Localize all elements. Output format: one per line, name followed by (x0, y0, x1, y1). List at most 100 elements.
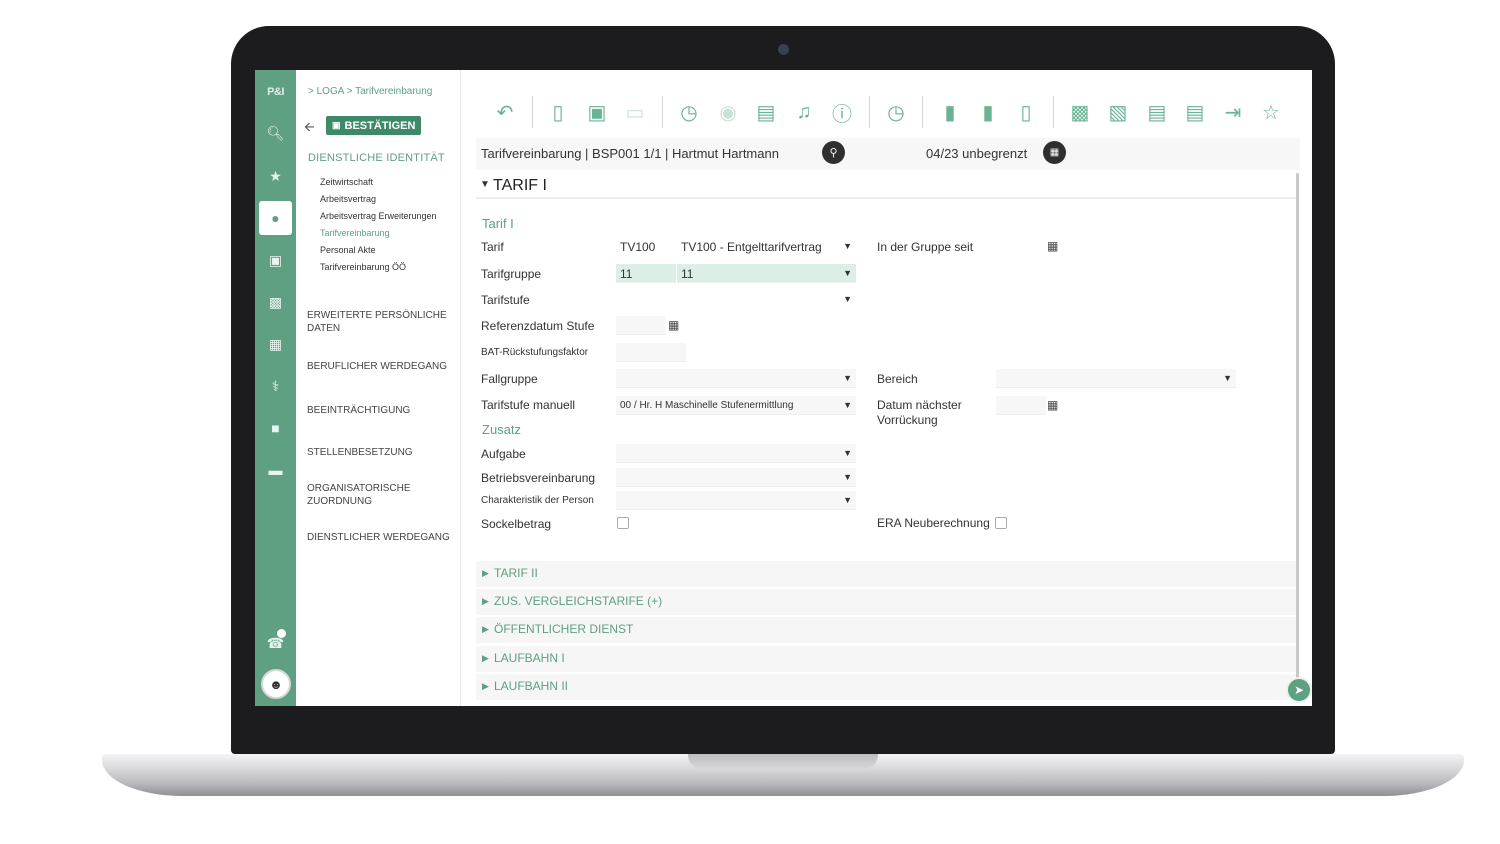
sockelbetrag-checkbox[interactable] (617, 517, 629, 529)
search-icon[interactable]: 🔍︎ (255, 116, 296, 150)
aufgabe-select[interactable]: ▼ (616, 444, 856, 463)
tarifgruppe-code: 11 (620, 267, 633, 281)
record-search-icon[interactable]: ⚲ (822, 141, 845, 164)
nav-item-tarifvereinbarung-oeoe[interactable]: Tarifvereinbarung ÖÖ (320, 262, 437, 279)
report-search-icon[interactable]: ▤ (1181, 98, 1209, 126)
delete-icon[interactable]: ▭ (621, 98, 649, 126)
tarif-select[interactable]: TV100 TV100 - Entgelttarifvertrag ▼ (616, 237, 856, 256)
record-period: 04/23 unbegrenzt (926, 146, 1028, 161)
new-document-icon[interactable]: ▯ (544, 98, 572, 126)
bereich-select[interactable]: ▼ (996, 369, 1236, 388)
expand-caret-icon: ▶ (482, 681, 489, 691)
period-calendar-icon[interactable]: ▦ (1043, 141, 1066, 164)
compass-icon[interactable]: ➤ (1286, 677, 1312, 703)
section-vergleichstarife[interactable]: ▶ ZUS. VERGLEICHSTARIFE (+) (476, 589, 1296, 615)
tarifstufe-label: Tarifstufe (481, 293, 530, 307)
tarifgruppe-select[interactable]: 11 11 ▼ (616, 264, 856, 283)
bat-input[interactable] (616, 343, 686, 362)
referenzdatum-calendar-icon[interactable]: ▦ (668, 318, 679, 332)
main-content: ↶ ▯ ▣ ▭ ◷ ◉ ▤ ♫ ⓘ ◷ ▮ ▮ ▯ ▩ ▧ ▤ ▤ ⇥ ☆ Ta (461, 70, 1312, 706)
section-title: ZUS. VERGLEICHSTARIFE (+) (494, 594, 663, 608)
gruppe-seit-calendar-icon[interactable]: ▦ (1047, 239, 1058, 253)
statistics-icon[interactable]: ▩ (1066, 98, 1094, 126)
nav-section-title[interactable]: DIENSTLICHE IDENTITÄT (308, 152, 445, 164)
section-title: ÖFFENTLICHER DIENST (494, 622, 634, 636)
navigation-panel: > LOGA > Tarifvereinbarung 🡨 ▣ BESTÄTIGE… (296, 70, 461, 706)
nav-section-organisatorische-zuordnung[interactable]: ORGANISATORISCHE ZUORDNUNG (307, 482, 457, 508)
section-laufbahn-ii[interactable]: ▶ LAUFBAHN II (476, 674, 1296, 700)
person-icon[interactable]: ● (259, 201, 292, 235)
logo-text: P&I (267, 86, 284, 98)
section-tarif-ii[interactable]: ▶ TARIF II (476, 561, 1296, 587)
nav-section-erweiterte-daten[interactable]: ERWEITERTE PERSÖNLICHE DATEN (307, 309, 457, 335)
building-icon[interactable]: ■ (255, 411, 296, 445)
print-icon[interactable]: ▤ (752, 98, 780, 126)
betriebsvereinbarung-select[interactable]: ▼ (616, 468, 856, 487)
view-icon[interactable]: ◉ (714, 98, 742, 126)
icon-sidebar: P&I 🔍︎ ★ ● ▣ ▩ ▦ ⚕ ■ ▬ ☎︎ ☻ (255, 70, 296, 706)
nav-item-personal-akte[interactable]: Personal Akte (320, 245, 437, 262)
tarifstufe-select[interactable]: ▼ (616, 290, 856, 309)
fallgruppe-select[interactable]: ▼ (616, 369, 856, 388)
tarifstufe-manuell-value: 00 / Hr. H Maschinelle Stufenermittlung (620, 400, 794, 411)
section-title: TARIF II (494, 566, 538, 580)
section-laufbahn-i[interactable]: ▶ LAUFBAHN I (476, 646, 1296, 672)
nav-item-tarifvereinbarung[interactable]: Tarifvereinbarung (320, 228, 437, 245)
nav-section-dienstlicher-werdegang[interactable]: DIENSTLICHER WERDEGANG (307, 531, 457, 544)
charakteristik-select[interactable]: ▼ (616, 491, 856, 510)
history-icon[interactable]: ◷ (675, 98, 703, 126)
chevron-down-icon: ▼ (843, 472, 852, 482)
tarif-code: TV100 (620, 240, 656, 254)
breadcrumb[interactable]: > LOGA > Tarifvereinbarung (308, 86, 432, 97)
bell-icon[interactable]: ♫ (790, 98, 818, 126)
tarif-value: TV100 - Entgelttarifvertrag (681, 240, 822, 254)
nav-item-arbeitsvertrag-erweiterungen[interactable]: Arbeitsvertrag Erweiterungen (320, 211, 437, 228)
wallet-icon[interactable]: ▣ (255, 243, 296, 277)
exit-icon[interactable]: ⇥ (1219, 98, 1247, 126)
avatar[interactable]: ☻ (261, 669, 291, 699)
toolbar-separator (869, 96, 870, 128)
subhead-zusatz: Zusatz (482, 422, 522, 437)
chart-icon[interactable]: ▩ (255, 285, 296, 319)
document-icon[interactable]: ▯ (1012, 98, 1040, 126)
chevron-down-icon: ▼ (843, 448, 852, 458)
nav-section-beruflicher-werdegang[interactable]: BERUFLICHER WERDEGANG (307, 360, 457, 373)
favorite-star-icon[interactable]: ☆ (1257, 98, 1285, 126)
toolbar-separator (532, 96, 533, 128)
scrollbar[interactable] (1296, 173, 1299, 693)
record-bar: Tarifvereinbarung | BSP001 1/1 | Hartmut… (476, 138, 1300, 170)
datum-vorrueckung-calendar-icon[interactable]: ▦ (1047, 398, 1058, 412)
nav-section-stellenbesetzung[interactable]: STELLENBESETZUNG (307, 446, 457, 459)
help-icon[interactable]: ⓘ (828, 98, 856, 126)
sockelbetrag-label: Sockelbetrag (481, 517, 552, 531)
folder-icon[interactable]: ▧ (1104, 98, 1132, 126)
medical-icon[interactable]: ⚕ (255, 369, 296, 403)
panel-header[interactable]: ▼ TARIF I (476, 171, 1296, 199)
star-icon[interactable]: ★ (255, 159, 296, 193)
chevron-down-icon: ▼ (843, 268, 852, 278)
save-icon[interactable]: ▣ (583, 98, 611, 126)
nav-item-arbeitsvertrag[interactable]: Arbeitsvertrag (320, 194, 437, 211)
money-icon[interactable]: ▬ (255, 453, 296, 487)
time-search-icon[interactable]: ◷ (882, 98, 910, 126)
referenzdatum-input[interactable] (616, 316, 666, 335)
nav-item-zeitwirtschaft[interactable]: Zeitwirtschaft (320, 177, 437, 194)
tarifstufe-manuell-select[interactable]: 00 / Hr. H Maschinelle Stufenermittlung … (616, 396, 856, 415)
confirm-button[interactable]: ▣ BESTÄTIGEN (326, 116, 422, 135)
app-logo[interactable]: P&I (255, 75, 296, 109)
archive-icon[interactable]: ▤ (1143, 98, 1171, 126)
panel-title: TARIF I (493, 177, 547, 194)
document-green-icon[interactable]: ▮ (936, 98, 964, 126)
tarifgruppe-value: 11 (681, 267, 694, 281)
aufgabe-label: Aufgabe (481, 447, 526, 461)
notification-icon[interactable]: ☎︎ (255, 626, 296, 660)
section-oeffentlicher-dienst[interactable]: ▶ ÖFFENTLICHER DIENST (476, 617, 1296, 643)
nav-section-beeintraechtigung[interactable]: BEEINTRÄCHTIGUNG (307, 404, 457, 417)
back-arrow-icon[interactable]: 🡨 (304, 118, 315, 140)
calendar-icon[interactable]: ▦ (255, 327, 296, 361)
undo-icon[interactable]: ↶ (491, 98, 519, 126)
datum-vorrueckung-input[interactable] (996, 396, 1046, 415)
document-list-icon[interactable]: ▮ (974, 98, 1002, 126)
era-checkbox[interactable] (995, 517, 1007, 529)
chevron-down-icon: ▼ (843, 495, 852, 505)
